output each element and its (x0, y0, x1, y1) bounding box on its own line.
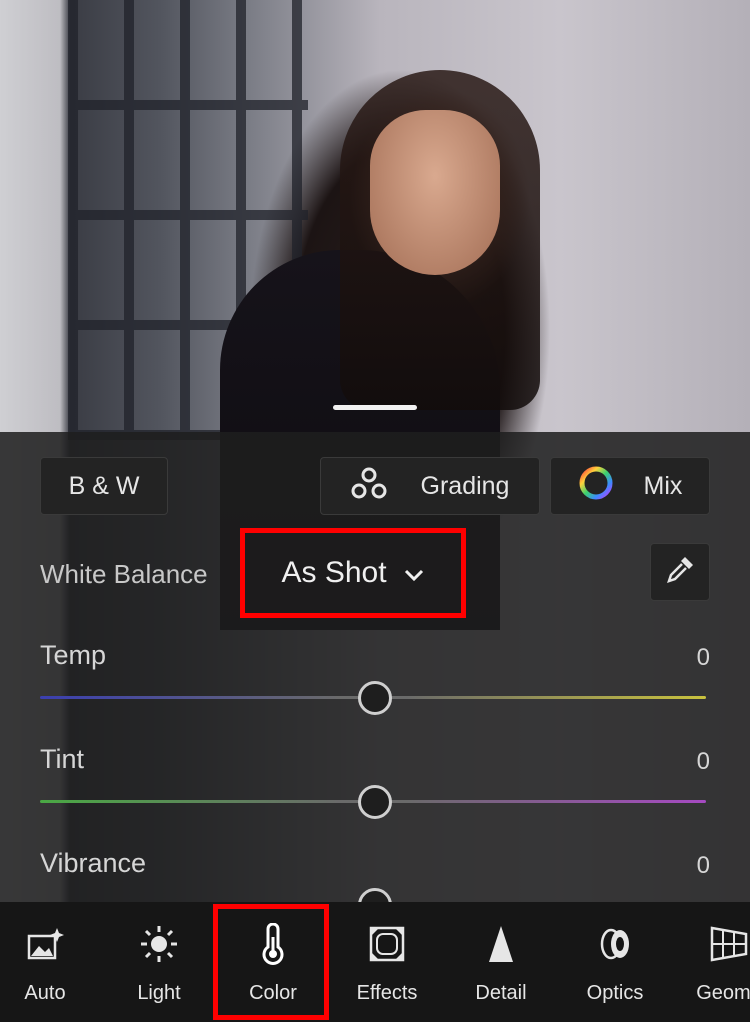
tint-label: Tint (40, 744, 85, 774)
white-balance-dropdown[interactable]: As Shot (240, 528, 466, 618)
tool-auto[interactable]: Auto (0, 902, 102, 1022)
tool-geometry[interactable]: Geome (672, 902, 750, 1022)
effects-icon (367, 924, 407, 964)
tool-auto-label: Auto (24, 982, 66, 1004)
auto-icon (25, 924, 65, 964)
mix-button[interactable]: Mix (550, 457, 710, 515)
vibrance-label: Vibrance (40, 848, 147, 878)
chevron-down-icon (403, 562, 425, 588)
sun-icon (139, 924, 179, 964)
tint-value: 0 (696, 748, 710, 775)
eyedropper-icon (663, 553, 697, 592)
tint-slider-knob[interactable] (358, 785, 392, 819)
temp-slider-knob[interactable] (358, 681, 392, 715)
subject-face (370, 110, 500, 275)
mix-button-label: Mix (643, 471, 683, 500)
panel-drag-handle[interactable] (333, 405, 417, 410)
tool-optics[interactable]: Optics (558, 902, 672, 1022)
bw-button[interactable]: B & W (40, 457, 168, 515)
tool-light-label: Light (137, 982, 181, 1004)
vibrance-value: 0 (696, 852, 710, 879)
tool-geometry-label: Geome (696, 982, 750, 1004)
lens-icon (595, 924, 635, 964)
triangle-icon (481, 924, 521, 964)
color-wheel-icon (578, 465, 614, 508)
tool-effects-label: Effects (356, 982, 418, 1004)
tool-detail[interactable]: Detail (444, 902, 558, 1022)
white-balance-label: White Balance (40, 559, 208, 589)
white-balance-value: As Shot (281, 556, 387, 589)
bw-button-label: B & W (68, 471, 140, 500)
tool-light[interactable]: Light (102, 902, 216, 1022)
eyedropper-button[interactable] (650, 543, 710, 601)
tool-detail-label: Detail (475, 982, 527, 1004)
grading-button-label: Grading (420, 471, 510, 500)
tool-effects[interactable]: Effects (330, 902, 444, 1022)
temp-label: Temp (40, 640, 107, 670)
active-tool-highlight (213, 904, 329, 1020)
geometry-icon (708, 924, 750, 964)
grading-icon (351, 467, 387, 506)
tool-optics-label: Optics (586, 982, 644, 1004)
color-panel: B & W Grading Mix White Balance As Shot … (0, 432, 750, 922)
grading-button[interactable]: Grading (320, 457, 540, 515)
temp-value: 0 (696, 644, 710, 671)
edit-toolbar: Auto Light Color Effects Detail Optics G… (0, 902, 750, 1022)
